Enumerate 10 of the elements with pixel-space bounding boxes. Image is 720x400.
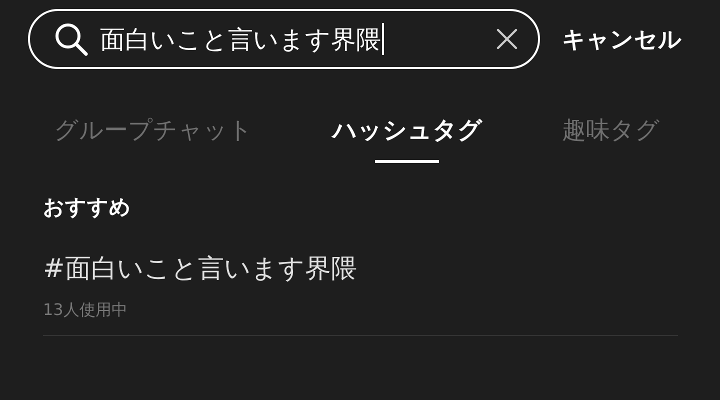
search-icon (54, 22, 88, 56)
search-text: 面白いこと言います界隈 (100, 24, 381, 56)
tab-underline (375, 160, 440, 163)
hashtag-title[interactable]: #面白いこと言います界隈 (43, 251, 678, 286)
cancel-button[interactable]: キャンセル (562, 24, 682, 54)
usage-count: 13人使用中 (43, 300, 128, 321)
tab[interactable]: ハッシュタグ (332, 114, 482, 163)
search-field[interactable]: 面白いこと言います界隈 (28, 9, 540, 69)
section-title: おすすめ (42, 194, 132, 221)
close-icon[interactable] (496, 28, 518, 50)
